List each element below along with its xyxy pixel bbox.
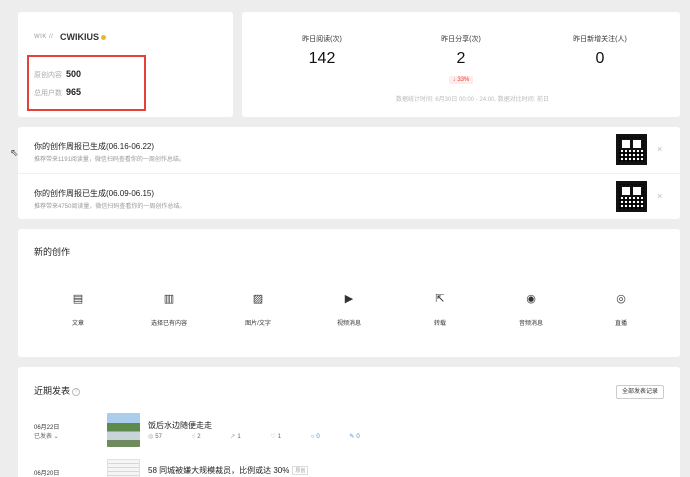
video-icon: ▶	[344, 293, 354, 305]
overview-label: 昨日新增关注(人)	[573, 36, 627, 43]
stats-time-note: 数据统计时间: 6月30日 00:00 - 24:00, 数据对比时间: 前日	[396, 97, 550, 103]
weekly-reports-card: 你的创作周报已生成(06.16-06.22) 推荐带来1191阅读量，微信扫码查…	[18, 127, 680, 219]
share-icon: ↗	[230, 434, 236, 440]
tool-live[interactable]: ◎ 直播	[581, 289, 661, 327]
verified-dot-icon	[101, 35, 106, 41]
tool-video[interactable]: ▶ 视频消息	[309, 289, 389, 327]
tool-article[interactable]: ▤ 文章	[38, 289, 118, 327]
stats-highlight-box	[27, 55, 146, 111]
close-icon[interactable]: ×	[657, 191, 662, 201]
comment-icon: ○	[310, 434, 315, 440]
like-icon: ☝	[191, 434, 196, 440]
live-icon: ◎	[616, 293, 626, 305]
yesterday-new-followers: 昨日新增关注(人) 0	[540, 34, 660, 68]
account-logo: WIK //	[34, 34, 54, 40]
heart-icon: ♡	[270, 434, 276, 440]
overview-label: 昨日阅读(次)	[302, 36, 342, 43]
account-card: WIK // CWIKIUS 原创内容 500 总用户数 965	[18, 12, 233, 117]
shares-count: 1	[237, 434, 241, 440]
tool-label: 选择已有内容	[150, 321, 187, 327]
post-title[interactable]: 饭后水边随便走走	[148, 420, 212, 431]
tool-label: 音频消息	[518, 321, 543, 327]
yesterday-reads: 昨日阅读(次) 142	[262, 34, 382, 68]
tool-audio[interactable]: ◉ 音频消息	[491, 289, 571, 327]
section-title: 近期发表?	[34, 384, 81, 397]
post-thumbnail[interactable]	[107, 413, 140, 447]
views-count: 57	[155, 434, 162, 440]
tool-label: 直播	[614, 321, 627, 327]
section-title: 新的创作	[34, 247, 71, 257]
edits-count: 0	[356, 434, 360, 440]
image-icon: ▨	[252, 293, 264, 305]
comments-count: 0	[316, 434, 320, 440]
repost-icon: ⇱	[435, 293, 445, 305]
tool-image-text[interactable]: ▨ 图片/文字	[218, 289, 298, 327]
all-posts-button[interactable]: 全部发表记录	[616, 385, 664, 399]
views-icon: ◎	[148, 434, 154, 440]
tool-label: 转载	[433, 321, 446, 327]
post-date: 06月20日	[34, 471, 60, 477]
total-users-stat: 总用户数 965	[34, 87, 81, 98]
edit-icon: ✎	[349, 434, 355, 440]
post-title[interactable]: 58 同城被嫌大规模裁员，比例或达 30% 原创	[148, 465, 309, 476]
post-metrics: ◎ 57 ☝ 2 ↗ 1 ♡ 1 ○ 0 ✎ 0	[148, 433, 388, 440]
overview-label: 昨日分享(次)	[441, 36, 481, 43]
tool-select-content[interactable]: ▥ 选择已有内容	[129, 289, 209, 327]
report-subtitle: 推荐带来1191阅读量，微信扫码查看你的一周创作总结。	[34, 157, 185, 163]
select-content-icon: ▥	[163, 293, 175, 305]
overview-value: 2	[456, 50, 466, 67]
report-title: 你的创作周报已生成(06.09-06.15)	[34, 189, 155, 198]
tool-label: 图片/文字	[245, 321, 271, 327]
close-icon[interactable]: ×	[657, 144, 662, 154]
help-icon[interactable]: ?	[72, 387, 81, 396]
report-subtitle: 推荐带来4750阅读量，微信扫码查看你的一周创作总结。	[34, 204, 186, 210]
overview-value: 0	[595, 50, 605, 67]
tool-label: 视频消息	[336, 321, 361, 327]
change-badge: ↓ 33%	[448, 76, 474, 84]
new-creation-card: 新的创作 ▤ 文章 ▥ 选择已有内容 ▨ 图片/文字 ▶ 视频消息 ⇱ 转载 ◉…	[18, 229, 680, 357]
original-tag: 原创	[292, 466, 309, 476]
qr-code-icon	[616, 181, 647, 212]
likes-count: 2	[197, 434, 201, 440]
report-title: 你的创作周报已生成(06.16-06.22)	[34, 142, 155, 151]
post-status-dropdown[interactable]: 已发表 ⌄	[34, 431, 59, 440]
stat-label: 总用户数	[34, 90, 62, 97]
post-date: 06月22日	[34, 425, 60, 431]
audio-icon: ◉	[526, 293, 536, 305]
qr-code-icon	[616, 134, 647, 165]
original-content-stat: 原创内容 500	[34, 69, 81, 80]
stat-value: 500	[65, 69, 81, 79]
post-thumbnail[interactable]	[107, 459, 140, 477]
tool-repost[interactable]: ⇱ 转载	[400, 289, 480, 327]
recent-posts-card: 近期发表? 全部发表记录 06月22日 已发表 ⌄ 饭后水边随便走走 ◎ 57 ☝…	[18, 367, 680, 477]
weekly-report-item[interactable]: 你的创作周报已生成(06.16-06.22) 推荐带来1191阅读量，微信扫码查…	[18, 127, 680, 173]
overview-card: 昨日阅读(次) 142 昨日分享(次) 2 ↓ 33% 昨日新增关注(人) 0 …	[242, 12, 680, 117]
stat-label: 原创内容	[34, 72, 62, 79]
document-icon: ▤	[72, 293, 84, 305]
stat-value: 965	[65, 87, 81, 97]
weekly-report-item[interactable]: 你的创作周报已生成(06.09-06.15) 推荐带来4750阅读量，微信扫码查…	[18, 173, 680, 219]
overview-value: 142	[308, 50, 336, 67]
account-name[interactable]: CWIKIUS	[60, 32, 106, 42]
hearts-count: 1	[277, 434, 282, 440]
yesterday-shares: 昨日分享(次) 2 ↓ 33%	[401, 34, 521, 86]
tool-label: 文章	[71, 321, 84, 327]
